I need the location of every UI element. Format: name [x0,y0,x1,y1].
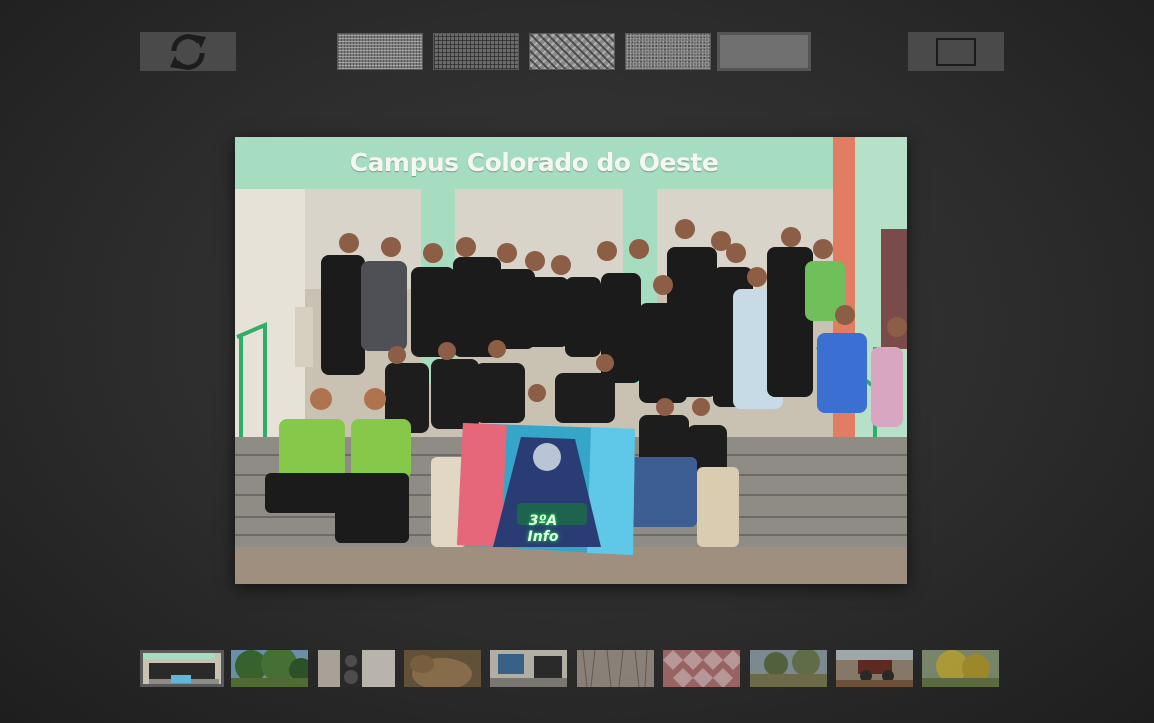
thumbnail-group-photo[interactable] [140,650,224,687]
thumbnail-image [404,650,481,687]
fullscreen-icon [936,37,976,66]
thumbnail-image [577,650,654,687]
thumbnail-image [836,650,913,687]
thumbnail-workshop[interactable] [490,650,567,687]
background-solid-gray-swatch[interactable] [717,32,811,71]
thumbnail-tree[interactable] [231,650,308,687]
banner-text: 3ºA Info [527,513,559,545]
thumbnail-image [663,650,740,687]
thumbnail-image [318,650,395,687]
background-square-grid-swatch[interactable] [433,33,519,70]
thumbnail-strip [140,650,1000,688]
thumbnail-image [922,650,999,687]
refresh-button[interactable] [140,32,236,71]
fullscreen-button[interactable] [908,32,1004,71]
refresh-icon [170,33,206,70]
main-photo[interactable]: Campus Colorado do Oeste 3ºA Info [235,137,907,584]
thumbnail-animal[interactable] [404,650,481,687]
thumbnail-image [750,650,827,687]
background-fine-grid-swatch[interactable] [337,33,423,70]
thumbnail-field[interactable] [750,650,827,687]
thumbnail-image [231,650,308,687]
thumbnail-image [143,653,221,684]
thumbnail-mosaic-floor[interactable] [663,650,740,687]
background-weave-swatch[interactable] [529,33,615,70]
thumbnail-wall-texture[interactable] [577,650,654,687]
thumbnail-tractor[interactable] [836,650,913,687]
thumbnail-speaker[interactable] [318,650,395,687]
background-noise-swatch[interactable] [625,33,711,70]
thumbnail-image [490,650,567,687]
thumbnail-yellow-tree[interactable] [922,650,999,687]
campus-sign-text: Campus Colorado do Oeste [349,147,719,177]
